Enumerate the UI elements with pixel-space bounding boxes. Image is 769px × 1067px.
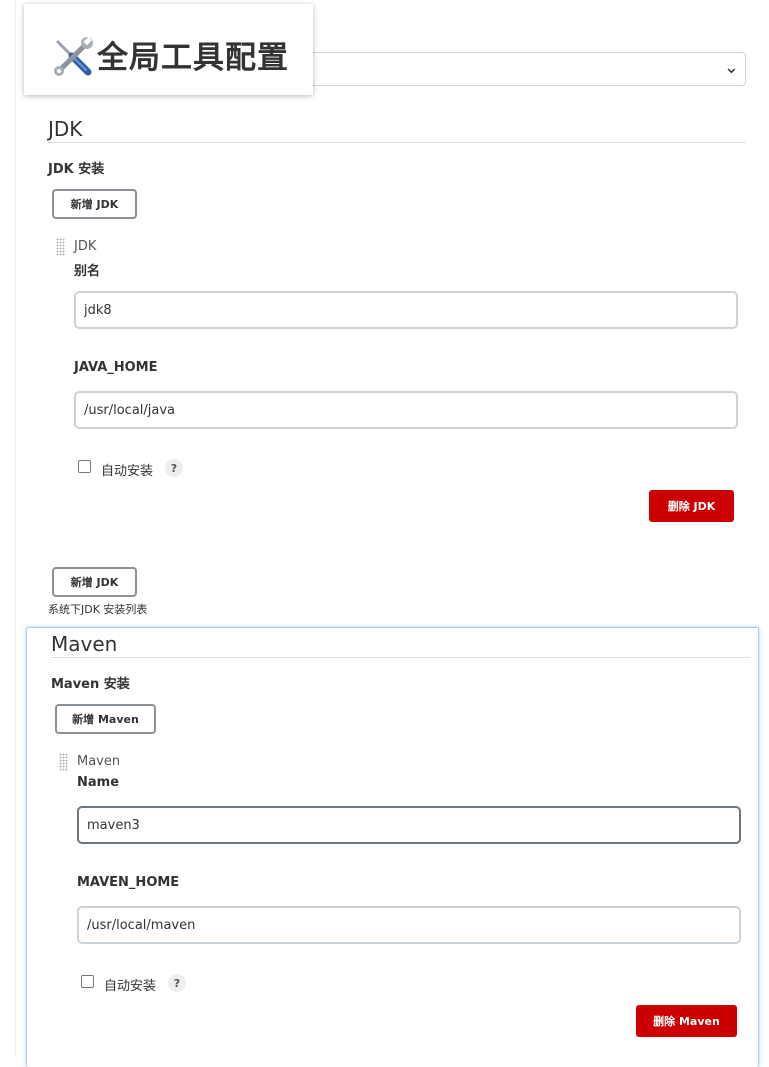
jdk-auto-install-label: 自动安装: [101, 464, 154, 479]
jdk-alias-input[interactable]: [74, 291, 738, 329]
jdk-installation-label: JDK: [74, 239, 97, 254]
maven-auto-install-label: 自动安装: [104, 979, 157, 994]
help-icon[interactable]: ?: [165, 459, 183, 477]
tools-icon: [54, 36, 93, 76]
add-jdk-button[interactable]: 新增 JDK: [52, 189, 137, 219]
jdk-section-divider: [48, 142, 746, 143]
maven-name-label: Name: [77, 775, 120, 790]
maven-home-input[interactable]: [77, 906, 741, 944]
maven-section-panel: [26, 627, 759, 1067]
maven-section-title: Maven: [51, 632, 118, 656]
chevron-down-icon: ⌄: [723, 57, 739, 78]
left-border: [15, 0, 16, 1057]
maven-auto-install-checkbox[interactable]: [81, 975, 94, 988]
page-title-card: 全局工具配置: [24, 4, 313, 95]
jdk-alias-label: 别名: [74, 264, 101, 279]
jdk-auto-install-checkbox[interactable]: [78, 460, 91, 473]
java-home-input[interactable]: [74, 391, 738, 429]
add-maven-button[interactable]: 新增 Maven: [55, 704, 156, 734]
delete-maven-button[interactable]: 删除 Maven: [636, 1005, 737, 1037]
drag-handle-icon[interactable]: [59, 753, 68, 771]
maven-home-label: MAVEN_HOME: [77, 875, 180, 890]
add-jdk-button-bottom[interactable]: 新增 JDK: [52, 567, 137, 597]
top-select-dropdown[interactable]: ⌄: [300, 52, 746, 86]
help-icon[interactable]: ?: [168, 974, 186, 992]
maven-installation-label: Maven: [77, 754, 121, 769]
jdk-section-subtitle: JDK 安装: [48, 162, 105, 177]
drag-handle-icon[interactable]: [56, 238, 65, 256]
jdk-helper-text: 系统下JDK 安装列表: [48, 603, 148, 616]
delete-jdk-button[interactable]: 删除 JDK: [649, 490, 734, 522]
java-home-label: JAVA_HOME: [74, 360, 158, 375]
maven-name-input[interactable]: [77, 806, 741, 844]
maven-section-subtitle: Maven 安装: [51, 677, 130, 692]
maven-section-divider: [51, 657, 750, 658]
jdk-section-title: JDK: [48, 117, 83, 141]
page-title: 全局工具配置: [97, 40, 289, 76]
